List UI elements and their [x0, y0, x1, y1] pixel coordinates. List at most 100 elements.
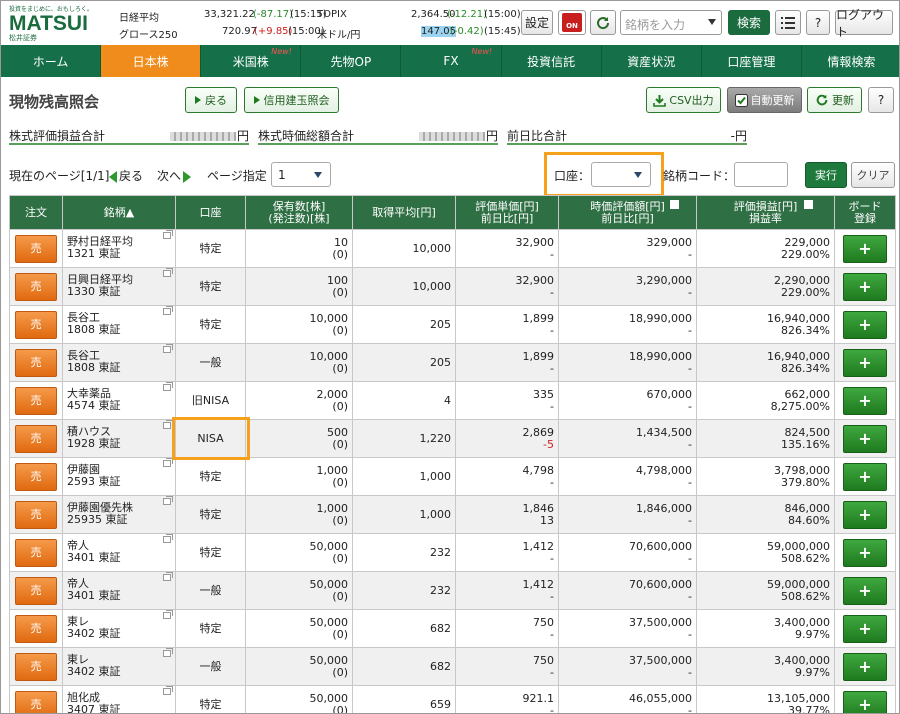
logo[interactable]: 投資をまじめに、おもしろく。 MATSUI 松井証券 [9, 6, 97, 42]
add-to-board-button[interactable]: + [843, 614, 887, 643]
back-button[interactable]: 戻る [185, 87, 237, 113]
prev-page-link[interactable]: 戻る [109, 167, 143, 184]
sell-button[interactable]: 売 [15, 576, 57, 605]
menu-button[interactable] [775, 10, 801, 35]
popup-icon[interactable] [163, 343, 173, 353]
reload-button[interactable] [590, 10, 616, 35]
nav-home[interactable]: ホーム [1, 45, 102, 77]
page-select[interactable]: 1 [271, 162, 331, 187]
popup-icon[interactable] [163, 457, 173, 467]
sell-button[interactable]: 売 [15, 386, 57, 415]
search-button[interactable]: 検索 [728, 10, 770, 35]
symbol-cell: 東レ 3402 東証 [62, 647, 176, 686]
add-to-board-button[interactable]: + [843, 424, 887, 453]
unit-price-cell: 32,900- [455, 267, 559, 306]
add-to-board-button[interactable]: + [843, 538, 887, 567]
nav-info-search[interactable]: 情報検索 [802, 45, 899, 77]
symbol-code-input[interactable] [734, 162, 788, 187]
popup-icon[interactable] [163, 685, 173, 695]
pl-value: 13,105,000 [767, 691, 830, 705]
sell-button[interactable]: 売 [15, 424, 57, 453]
sell-button[interactable]: 売 [15, 234, 57, 263]
clear-button[interactable]: クリア [851, 162, 895, 188]
summary-unit: 円 [236, 129, 249, 143]
add-to-board-button[interactable]: + [843, 310, 887, 339]
symbol-name[interactable]: 帝人 [67, 577, 171, 590]
realtime-toggle-button[interactable]: ON [558, 10, 586, 35]
sell-button[interactable]: 売 [15, 652, 57, 681]
add-to-board-button[interactable]: + [843, 272, 887, 301]
symbol-name[interactable]: 長谷工 [67, 349, 171, 362]
help-button[interactable]: ? [806, 10, 830, 35]
summary-label: 株式時価総額合計 [258, 129, 355, 143]
market-value-change: - [688, 361, 692, 375]
symbol-name[interactable]: 東レ [67, 653, 171, 666]
table-row: 売帝人 3401 東証 一般 50,000 (0) 232 1,412-70,600,000… [9, 571, 896, 610]
symbol-name[interactable]: 伊藤園 [67, 463, 171, 476]
sell-button[interactable]: 売 [15, 348, 57, 377]
nav-funds[interactable]: 投資信託 [502, 45, 602, 77]
popup-icon[interactable] [163, 267, 173, 277]
popup-icon[interactable] [163, 495, 173, 505]
nav-fx[interactable]: FX New! [401, 45, 502, 77]
margin-position-button[interactable]: 信用建玉照会 [244, 87, 339, 113]
sell-button[interactable]: 売 [15, 462, 57, 491]
help-button[interactable]: ? [868, 87, 894, 113]
sell-button[interactable]: 売 [15, 614, 57, 643]
settings-button[interactable]: 設定 [521, 10, 553, 35]
symbol-name[interactable]: 伊藤園優先株 [67, 501, 171, 514]
add-to-board-button[interactable]: + [843, 690, 887, 713]
refresh-button[interactable]: 更新 [807, 87, 862, 113]
execute-button[interactable]: 実行 [805, 162, 847, 188]
symbol-name[interactable]: 日興日経平均 [67, 273, 171, 286]
account-cell: 特定 [175, 685, 246, 713]
add-to-board-button[interactable]: + [843, 576, 887, 605]
add-to-board-button[interactable]: + [843, 462, 887, 491]
symbol-name[interactable]: 積ハウス [67, 425, 171, 438]
symbol-name[interactable]: 野村日経平均 [67, 235, 171, 248]
pl-cell: 59,000,000 508.62% [696, 533, 835, 572]
nav-futures-options[interactable]: 先物OP [301, 45, 402, 77]
main-nav: ホーム 日本株 米国株 New! 先物OP FX New! 投資信託 資産状況 口座… [1, 45, 899, 77]
symbol-name[interactable]: 帝人 [67, 539, 171, 552]
sell-button[interactable]: 売 [15, 538, 57, 567]
popup-icon[interactable] [163, 571, 173, 581]
add-to-board-button[interactable]: + [843, 500, 887, 529]
popup-icon[interactable] [163, 609, 173, 619]
popup-icon[interactable] [163, 381, 173, 391]
popup-icon[interactable] [163, 305, 173, 315]
add-to-board-button[interactable]: + [843, 234, 887, 263]
col-symbol[interactable]: 銘柄▲ [62, 195, 176, 230]
sell-button[interactable]: 売 [15, 690, 57, 713]
symbol-name[interactable]: 旭化成 [67, 691, 171, 704]
nav-jp-stocks[interactable]: 日本株 [101, 45, 202, 77]
unit-price: 750 [533, 653, 554, 667]
popup-icon[interactable] [163, 419, 173, 429]
pl-cell: 59,000,000 508.62% [696, 571, 835, 610]
nav-assets[interactable]: 資産状況 [602, 45, 702, 77]
csv-export-button[interactable]: CSV出力 [646, 87, 721, 113]
symbol-name[interactable]: 長谷工 [67, 311, 171, 324]
popup-icon[interactable] [163, 229, 173, 239]
add-to-board-button[interactable]: + [843, 652, 887, 681]
auto-refresh-toggle[interactable]: 自動更新 [727, 87, 802, 113]
symbol-name[interactable]: 大幸薬品 [67, 387, 171, 400]
checkbox-icon[interactable] [804, 200, 813, 209]
next-page-link[interactable]: 次へ [157, 167, 192, 184]
checkbox-icon[interactable] [670, 200, 679, 209]
pl-value: 59,000,000 [767, 539, 830, 553]
symbol-name[interactable]: 東レ [67, 615, 171, 628]
summary-pl-total: 株式評価損益合計 円 [9, 127, 249, 145]
unit-price-cell: 32,900- [455, 229, 559, 268]
popup-icon[interactable] [163, 533, 173, 543]
sell-button[interactable]: 売 [15, 500, 57, 529]
nav-account[interactable]: 口座管理 [702, 45, 802, 77]
add-to-board-button[interactable]: + [843, 348, 887, 377]
popup-icon[interactable] [163, 647, 173, 657]
nav-us-stocks[interactable]: 米国株 New! [201, 45, 302, 77]
symbol-search-input[interactable]: 銘柄を入力 [620, 10, 722, 35]
sell-button[interactable]: 売 [15, 272, 57, 301]
logout-button[interactable]: ログアウト [835, 8, 893, 39]
add-to-board-button[interactable]: + [843, 386, 887, 415]
sell-button[interactable]: 売 [15, 310, 57, 339]
